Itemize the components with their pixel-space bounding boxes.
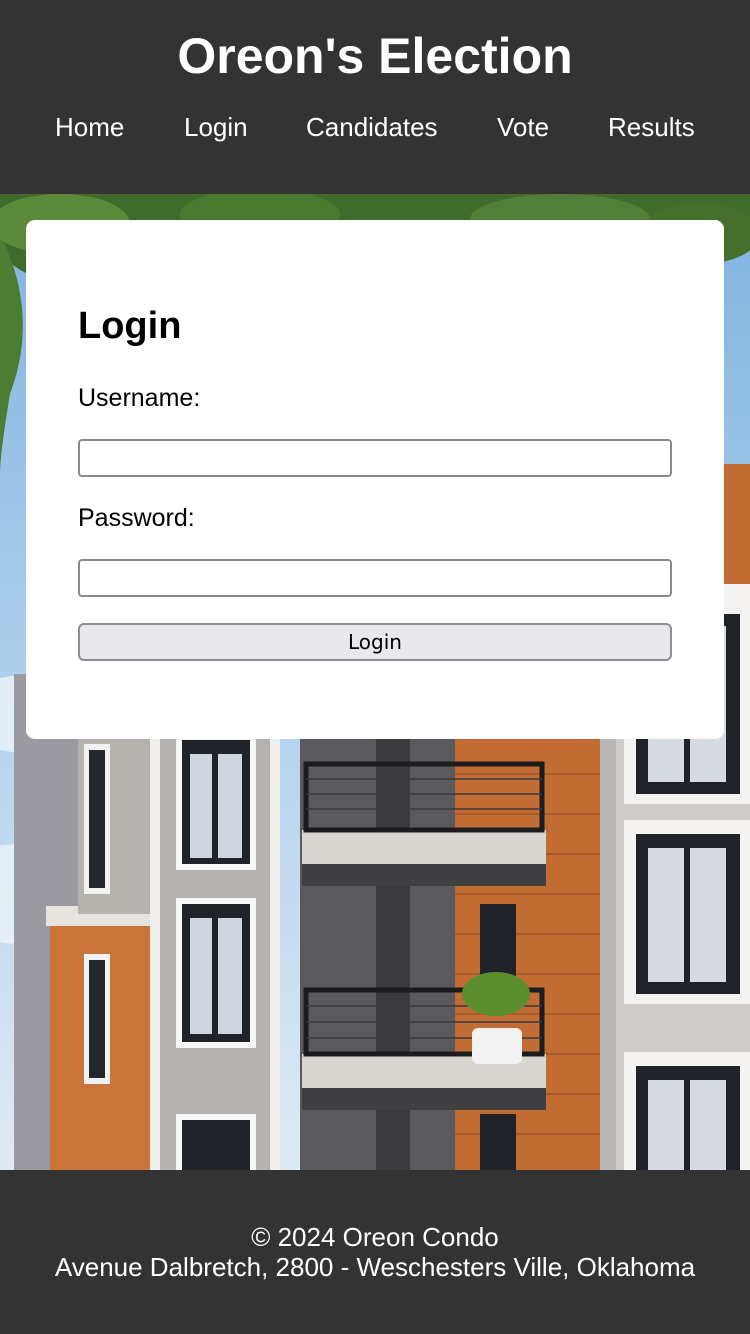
footer-address: Avenue Dalbretch, 2800 - Weschesters Vil… xyxy=(54,1252,696,1282)
login-card: Login Username: Password: Login xyxy=(26,220,724,739)
nav-home[interactable]: Home xyxy=(55,110,124,144)
login-button[interactable]: Login xyxy=(78,623,672,661)
main-nav: Home Login Candidates Vote Results xyxy=(0,110,750,146)
site-title: Oreon's Election xyxy=(177,28,573,84)
nav-login[interactable]: Login xyxy=(184,110,248,144)
username-input[interactable] xyxy=(78,439,672,477)
login-title: Login xyxy=(78,305,182,347)
site-header: Oreon's Election Home Login Candidates V… xyxy=(0,0,750,194)
username-label: Username: xyxy=(78,384,201,412)
nav-candidates[interactable]: Candidates xyxy=(306,110,438,144)
password-label: Password: xyxy=(78,504,195,532)
password-input[interactable] xyxy=(78,559,672,597)
footer-copyright: © 2024 Oreon Condo xyxy=(251,1222,499,1252)
nav-results[interactable]: Results xyxy=(608,110,695,144)
nav-vote[interactable]: Vote xyxy=(497,110,549,144)
site-footer: © 2024 Oreon Condo Avenue Dalbretch, 280… xyxy=(0,1170,750,1334)
